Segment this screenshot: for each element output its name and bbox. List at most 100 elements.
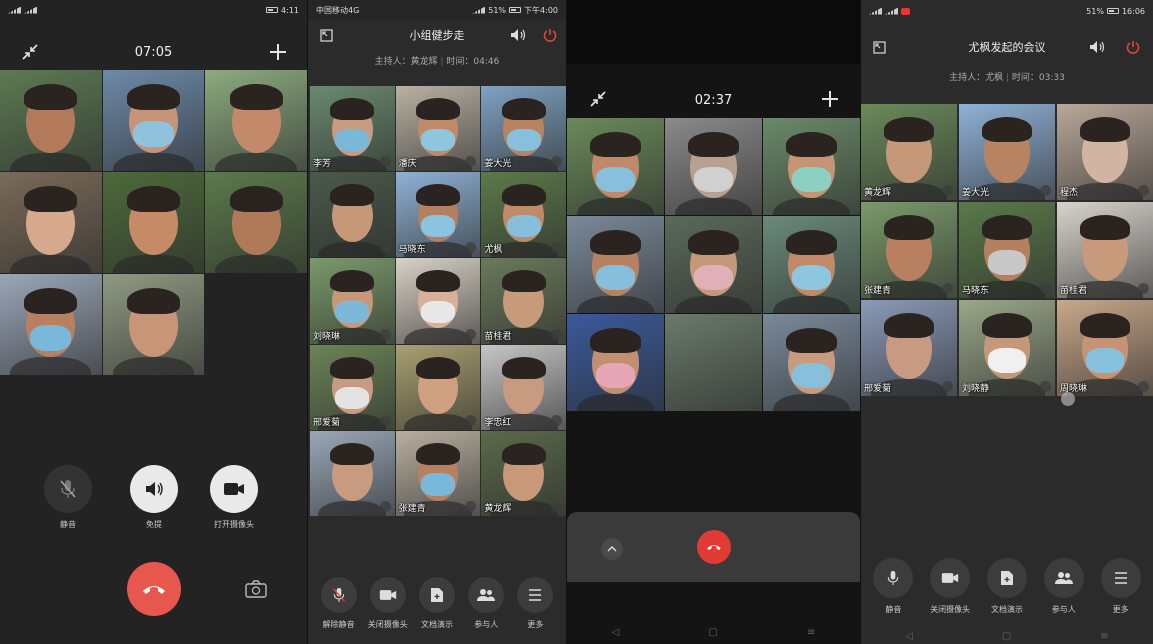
control-menu[interactable]: 更多 [511, 577, 560, 639]
participant-video-tile[interactable] [763, 118, 860, 215]
control-camera[interactable]: 关闭摄像头 [363, 577, 412, 639]
participant-hair [884, 117, 934, 143]
participant-video-tile[interactable] [0, 172, 102, 273]
camera-icon[interactable] [369, 577, 406, 613]
camera-icon[interactable] [210, 465, 258, 513]
participants-icon[interactable] [468, 577, 505, 613]
participant-video-tile[interactable]: 程杰 [1057, 104, 1153, 200]
home-icon[interactable]: ▢ [708, 627, 717, 638]
face-mask [421, 128, 455, 151]
mic-status-icon [465, 242, 477, 254]
participant-video-tile[interactable] [205, 70, 307, 171]
participant-video-tile[interactable]: 苗桂君 [481, 258, 566, 344]
participant-video-tile[interactable] [567, 216, 664, 313]
mute-control[interactable]: 静音 [44, 465, 92, 530]
participant-video-tile[interactable]: 马晓东 [959, 202, 1055, 298]
participant-body [404, 414, 472, 430]
participant-name: 刘晓静 [962, 384, 990, 394]
participant-video-tile[interactable]: 尤枫 [481, 172, 566, 258]
participant-video-tile[interactable]: 姜大光 [481, 86, 566, 172]
participant-hair [24, 288, 78, 315]
participant-video-tile[interactable] [665, 216, 762, 313]
participant-video-tile[interactable]: 马晓东 [395, 172, 481, 258]
control-document[interactable]: 文档演示 [412, 577, 461, 639]
participant-hair [24, 186, 78, 213]
participant-video-tile[interactable]: 黄龙辉 [481, 430, 566, 516]
participants-icon[interactable] [1043, 558, 1084, 598]
menu-icon[interactable] [517, 577, 554, 613]
hang-up-button[interactable] [697, 530, 731, 564]
participant-video-tile[interactable]: 李芳 [310, 86, 395, 172]
participant-video-tile[interactable]: 姜大光 [959, 104, 1055, 200]
add-participant-icon[interactable] [266, 40, 290, 64]
participant-video-tile[interactable] [665, 314, 762, 411]
participant-video-tile[interactable] [310, 430, 395, 516]
participant-video-tile[interactable] [102, 172, 205, 273]
control-menu[interactable]: 更多 [1094, 558, 1148, 624]
participant-video-tile[interactable]: 邢爱菊 [861, 300, 957, 396]
participant-video-tile[interactable]: 苗桂君 [1057, 202, 1153, 298]
participant-video-tile[interactable] [763, 216, 860, 313]
mic-status-icon [550, 414, 562, 426]
control-mic[interactable]: 静音 [866, 558, 920, 624]
participant-video-tile[interactable] [567, 118, 664, 215]
control-participants[interactable]: 参与人 [1037, 558, 1091, 624]
control-mic-off[interactable]: 解除静音 [314, 577, 363, 639]
system-nav-bar: ◁ ▢ ≡ [861, 631, 1153, 642]
mic-status-icon [1138, 185, 1149, 196]
control-participants[interactable]: 参与人 [462, 577, 511, 639]
hang-up-button[interactable] [127, 562, 181, 616]
expand-up-icon[interactable] [601, 538, 623, 560]
mic-off-icon[interactable] [320, 577, 357, 613]
participant-video-tile[interactable] [310, 172, 395, 258]
participant-video-tile[interactable]: 李忠红 [481, 344, 566, 430]
participant-video-tile[interactable] [205, 172, 307, 273]
participant-video-tile[interactable] [763, 314, 860, 411]
mic-icon[interactable] [873, 558, 914, 598]
participant-video-tile[interactable]: 邢爱菊 [310, 344, 395, 430]
back-icon[interactable]: ◁ [905, 631, 913, 642]
document-icon[interactable] [986, 558, 1027, 598]
menu-icon[interactable] [1100, 558, 1141, 598]
phone-hangup-icon [143, 586, 165, 594]
participant-video-tile[interactable] [0, 70, 102, 171]
participant-video-tile[interactable] [395, 344, 481, 430]
participant-video-tile[interactable]: 黄龙辉 [861, 104, 957, 200]
menu-icon[interactable]: ≡ [807, 627, 815, 638]
participant-video-tile[interactable]: 潘庆 [395, 86, 481, 172]
document-icon[interactable] [419, 577, 455, 613]
speaker-icon[interactable] [130, 465, 178, 513]
participant-video-tile[interactable] [665, 118, 762, 215]
switch-camera-icon[interactable] [243, 578, 269, 600]
camera-icon[interactable] [930, 558, 971, 598]
menu-icon[interactable]: ≡ [1100, 631, 1108, 642]
participant-video-tile[interactable]: 刘晓静 [959, 300, 1055, 396]
speaker-icon[interactable] [1088, 38, 1106, 56]
speaker-control[interactable]: 免提 [130, 465, 178, 530]
camera-control[interactable]: 打开摄像头 [210, 465, 258, 530]
control-document[interactable]: 文档演示 [980, 558, 1034, 624]
mic-off-icon[interactable] [44, 465, 92, 513]
speaker-icon[interactable] [509, 26, 527, 44]
participant-hair [127, 186, 180, 213]
participant-hair [330, 270, 375, 293]
add-participant-icon[interactable] [819, 88, 841, 110]
participant-video-tile[interactable] [102, 70, 205, 171]
control-camera[interactable]: 关闭摄像头 [923, 558, 977, 624]
participant-video-tile[interactable] [102, 274, 205, 375]
participant-video-tile[interactable] [0, 274, 102, 375]
signal-icon [472, 6, 486, 14]
status-time: 下午4:00 [524, 5, 558, 15]
participant-video-tile[interactable] [567, 314, 664, 411]
participant-video-tile[interactable]: 刘晓琳 [310, 258, 395, 344]
participant-video-tile[interactable]: 张建青 [395, 430, 481, 516]
back-icon[interactable]: ◁ [612, 627, 620, 638]
participant-video-tile[interactable]: 张建青 [861, 202, 957, 298]
power-icon[interactable] [1124, 38, 1142, 56]
power-icon[interactable] [541, 26, 559, 44]
home-icon[interactable]: ▢ [1002, 631, 1011, 642]
participant-video-tile[interactable] [395, 258, 481, 344]
meeting-title: 小组健步走 [409, 29, 465, 42]
participant-hair [501, 442, 546, 465]
participant-video-tile[interactable]: 周晓琳 [1057, 300, 1153, 396]
